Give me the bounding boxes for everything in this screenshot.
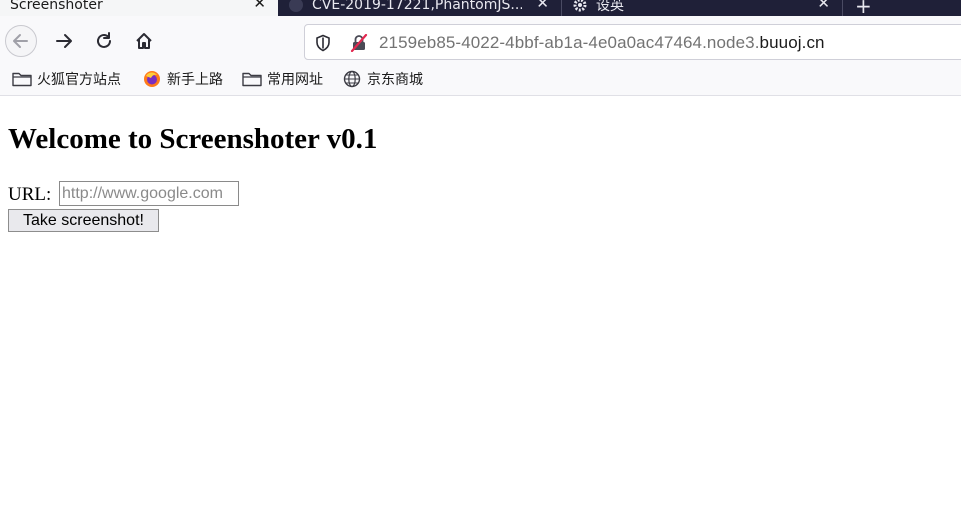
bookmark-label: 新手上路 (167, 72, 223, 88)
url-domain: buuoj.cn (759, 33, 825, 52)
tab-settings[interactable]: 设英 ✕ (562, 0, 842, 16)
bookmark-item[interactable]: 京东商城 (342, 69, 423, 89)
folder-icon (242, 70, 262, 88)
firefox-icon (142, 70, 162, 88)
home-button[interactable] (128, 25, 160, 57)
take-screenshot-button[interactable]: Take screenshot! (8, 209, 159, 232)
bookmark-label: 京东商城 (367, 72, 423, 88)
bookmark-item[interactable]: 常用网址 (242, 69, 323, 89)
tab-close-icon[interactable]: ✕ (817, 0, 830, 11)
tab-title: 设英 (596, 0, 624, 14)
bookmark-label: 常用网址 (267, 72, 323, 88)
tab-close-icon[interactable]: ✕ (536, 0, 549, 11)
nav-toolbar: 2159eb85-4022-4bbf-ab1a-4e0a0ac47464.nod… (0, 16, 961, 64)
page-content: Welcome to Screenshoter v0.1 URL: Take s… (0, 96, 961, 507)
address-bar[interactable]: 2159eb85-4022-4bbf-ab1a-4e0a0ac47464.nod… (304, 24, 961, 60)
back-button[interactable] (5, 25, 37, 57)
bookmark-label: 火狐官方站点 (37, 72, 121, 88)
gear-icon (572, 0, 588, 13)
page-title: Welcome to Screenshoter v0.1 (8, 123, 378, 155)
bookmark-item[interactable]: 火狐官方站点 (12, 69, 121, 89)
arrow-left-icon (13, 34, 28, 48)
url-text[interactable]: 2159eb85-4022-4bbf-ab1a-4e0a0ac47464.nod… (379, 33, 825, 53)
tab-close-icon[interactable]: ✕ (253, 0, 266, 11)
home-icon (136, 33, 152, 49)
tab-cve[interactable]: CVE-2019-17221,PhantomJS... ✕ (278, 0, 561, 16)
tab-separator (842, 0, 843, 16)
github-icon (288, 0, 304, 13)
reload-button[interactable] (88, 25, 120, 57)
insecure-lock-icon[interactable] (349, 33, 369, 53)
tab-title: CVE-2019-17221,PhantomJS... (312, 0, 522, 13)
arrow-right-icon (56, 34, 72, 48)
new-tab-button[interactable]: + (855, 0, 872, 16)
bookmarks-toolbar: 火狐官方站点 新手上路 常用网址 京东商城 (0, 64, 961, 96)
folder-icon (12, 70, 32, 88)
reload-icon (97, 32, 111, 48)
url-prefix: 2159eb85-4022-4bbf-ab1a-4e0a0ac47464.nod… (379, 33, 760, 52)
forward-button[interactable] (48, 25, 80, 57)
tab-strip: Screenshoter ✕ CVE-2019-17221,PhantomJS.… (0, 0, 961, 16)
globe-icon (342, 70, 362, 88)
url-input[interactable] (59, 181, 239, 206)
bookmark-item[interactable]: 新手上路 (142, 69, 223, 89)
shield-icon[interactable] (313, 33, 333, 53)
url-label: URL: (8, 184, 52, 205)
tab-screenshoter[interactable]: Screenshoter ✕ (0, 0, 278, 16)
tab-title: Screenshoter (10, 0, 103, 13)
